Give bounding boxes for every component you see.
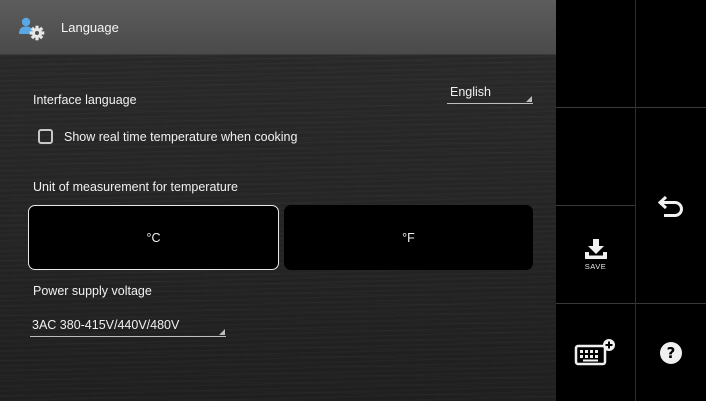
dropdown-arrow-icon [526,96,532,102]
keyboard-add-icon [574,338,615,365]
power-supply-label: Power supply voltage [33,284,152,298]
settings-panel: Language Interface language English Show… [0,0,556,401]
save-download-icon [584,238,607,259]
power-supply-select[interactable]: 3AC 380-415V/440V/480V [30,316,226,337]
save-label: SAVE [584,261,607,271]
unit-celsius-button[interactable]: °C [28,205,279,270]
interface-language-value: English [450,85,491,99]
unit-fahrenheit-label: °F [402,230,415,245]
interface-language-label: Interface language [33,93,137,107]
realtime-temperature-label: Show real time temperature when cooking [64,130,298,144]
page-title: Language [61,20,119,35]
header-bar: Language [0,0,556,55]
save-button[interactable]: SAVE [556,206,635,303]
user-settings-icon [19,17,45,41]
temperature-unit-label: Unit of measurement for temperature [33,180,238,194]
help-icon: ? [660,341,682,364]
dropdown-arrow-icon [219,329,225,335]
back-button[interactable] [636,108,706,303]
keyboard-button[interactable] [556,304,635,401]
svg-text:?: ? [667,344,676,362]
toolbar-divider [556,107,635,108]
unit-celsius-label: °C [146,230,161,245]
power-supply-value: 3AC 380-415V/440V/480V [32,318,180,332]
unit-fahrenheit-button[interactable]: °F [284,205,533,270]
back-arrow-icon [657,195,683,217]
help-button[interactable]: ? [636,304,706,401]
realtime-temperature-checkbox[interactable] [38,129,53,144]
interface-language-select[interactable]: English [447,83,533,104]
